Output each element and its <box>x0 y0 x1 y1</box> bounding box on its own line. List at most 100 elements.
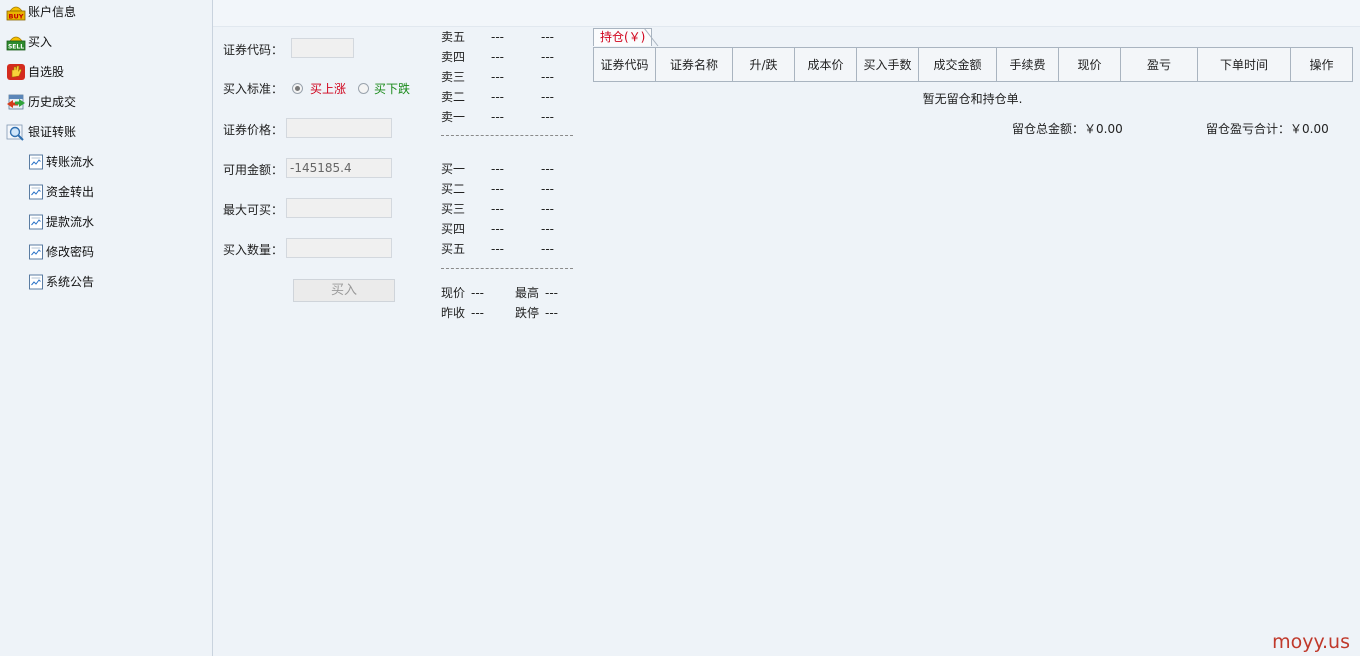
limit-down-label: 跌停 <box>515 306 540 320</box>
sidebar-subitem-funds-out[interactable]: 资金转出 <box>28 181 198 203</box>
current-price-value: --- <box>471 286 484 300</box>
sidebar-item-watchlist[interactable]: 自选股 <box>6 61 206 83</box>
sidebar-subitem-transfer-log[interactable]: 转账流水 <box>28 151 198 173</box>
prev-close-value: --- <box>471 306 484 320</box>
column-header: 手续费 <box>996 47 1059 82</box>
radio-buy-down[interactable] <box>358 83 369 94</box>
buy-button[interactable]: 买入 <box>293 279 395 302</box>
sidebar-item-label: 资金转出 <box>46 185 95 199</box>
svg-text:SELL: SELL <box>8 44 24 51</box>
sidebar-subitem-change-password[interactable]: 修改密码 <box>28 241 198 263</box>
buy2-volume: --- <box>541 182 554 196</box>
sidebar-subitem-withdraw-log[interactable]: 提款流水 <box>28 211 198 233</box>
table-header-row: 证券代码 证券名称 升/跌 成本价 买入手数 成交金额 手续费 现价 盈亏 下单… <box>593 47 1353 82</box>
prev-close-label: 昨收 <box>441 306 466 320</box>
column-header: 现价 <box>1058 47 1121 82</box>
column-header: 盈亏 <box>1120 47 1198 82</box>
quote-divider <box>441 135 573 136</box>
buy4-volume: --- <box>541 222 554 236</box>
buy4-label: 买四 <box>441 222 466 236</box>
sell3-volume: --- <box>541 70 554 84</box>
sell1-volume: --- <box>541 110 554 124</box>
column-header: 买入手数 <box>856 47 919 82</box>
svg-text:BUY: BUY <box>9 13 24 21</box>
sell5-volume: --- <box>541 30 554 44</box>
quantity-input[interactable] <box>286 238 392 258</box>
sidebar-item-label: 自选股 <box>28 65 65 79</box>
sidebar-item-history[interactable]: 历史成交 <box>6 91 206 113</box>
sell4-label: 卖四 <box>441 50 466 64</box>
sidebar-item-account-info[interactable]: BUY 账户信息 <box>6 1 206 23</box>
sidebar-subitem-announcement[interactable]: 系统公告 <box>28 271 198 293</box>
column-header: 操作 <box>1290 47 1353 82</box>
buy1-price: --- <box>491 162 504 176</box>
buy3-label: 买三 <box>441 202 466 216</box>
buy5-price: --- <box>491 242 504 256</box>
sidebar-item-label: 买入 <box>28 35 53 49</box>
price-input[interactable] <box>286 118 392 138</box>
sell2-label: 卖二 <box>441 90 466 104</box>
sidebar: BUY 账户信息 SELL 买入 自选股 历史成交 银证转账 转账流水 资金转出… <box>0 0 213 656</box>
sell3-label: 卖三 <box>441 70 466 84</box>
sidebar-item-bank-transfer[interactable]: 银证转账 <box>6 121 206 143</box>
sell-icon: SELL <box>6 36 26 51</box>
buy5-volume: --- <box>541 242 554 256</box>
radio-buy-up[interactable] <box>292 83 303 94</box>
buy3-volume: --- <box>541 202 554 216</box>
sidebar-item-label: 银证转账 <box>28 125 77 139</box>
buy5-label: 买五 <box>441 242 466 256</box>
price-label: 证券价格： <box>223 123 284 137</box>
sidebar-item-label: 系统公告 <box>46 275 95 289</box>
quote-divider <box>441 268 573 269</box>
max-buy-input[interactable] <box>286 198 392 218</box>
sidebar-item-label: 历史成交 <box>28 95 77 109</box>
document-icon <box>29 274 43 290</box>
column-header: 下单时间 <box>1197 47 1291 82</box>
buy3-price: --- <box>491 202 504 216</box>
tab-corner <box>643 28 659 47</box>
code-input[interactable] <box>291 38 354 58</box>
max-buy-label: 最大可买： <box>223 203 284 217</box>
high-value: --- <box>545 286 558 300</box>
column-header: 证券名称 <box>655 47 733 82</box>
buy-icon: BUY <box>6 6 26 21</box>
sell5-price: --- <box>491 30 504 44</box>
watermark: moyy.us <box>1272 631 1350 653</box>
hand-icon <box>7 64 25 80</box>
sidebar-item-label: 转账流水 <box>46 155 95 169</box>
total-amount: 留仓总金额：￥0.00 <box>1012 122 1123 136</box>
column-header: 成本价 <box>794 47 857 82</box>
holdings-table: 证券代码 证券名称 升/跌 成本价 买入手数 成交金额 手续费 现价 盈亏 下单… <box>593 47 1353 82</box>
document-icon <box>29 184 43 200</box>
sell5-label: 卖五 <box>441 30 466 44</box>
radio-buy-up-label[interactable]: 买上涨 <box>310 80 346 97</box>
column-header: 成交金额 <box>918 47 997 82</box>
current-price-label: 现价 <box>441 286 466 300</box>
total-profit-loss: 留仓盈亏合计：￥0.00 <box>1206 122 1329 136</box>
radio-buy-down-label[interactable]: 买下跌 <box>374 80 410 97</box>
buy2-label: 买二 <box>441 182 466 196</box>
sidebar-item-label: 修改密码 <box>46 245 95 259</box>
sidebar-item-label: 账户信息 <box>28 5 77 19</box>
limit-down-value: --- <box>545 306 558 320</box>
magnifier-icon <box>6 124 24 141</box>
buy2-price: --- <box>491 182 504 196</box>
empty-message: 暂无留仓和持仓单. <box>922 92 1023 106</box>
quantity-label: 买入数量： <box>223 243 284 257</box>
document-icon <box>29 244 43 260</box>
buy1-label: 买一 <box>441 162 466 176</box>
available-label: 可用金额： <box>223 163 284 177</box>
available-input[interactable] <box>286 158 392 178</box>
buy1-volume: --- <box>541 162 554 176</box>
column-header: 升/跌 <box>732 47 795 82</box>
document-icon <box>29 214 43 230</box>
column-header: 证券代码 <box>593 47 656 82</box>
sell2-price: --- <box>491 90 504 104</box>
high-label: 最高 <box>515 286 540 300</box>
standard-label: 买入标准： <box>223 82 284 96</box>
sell1-label: 卖一 <box>441 110 466 124</box>
sidebar-item-label: 提款流水 <box>46 215 95 229</box>
sidebar-item-buy[interactable]: SELL 买入 <box>6 31 206 53</box>
sell2-volume: --- <box>541 90 554 104</box>
history-icon <box>7 94 25 110</box>
